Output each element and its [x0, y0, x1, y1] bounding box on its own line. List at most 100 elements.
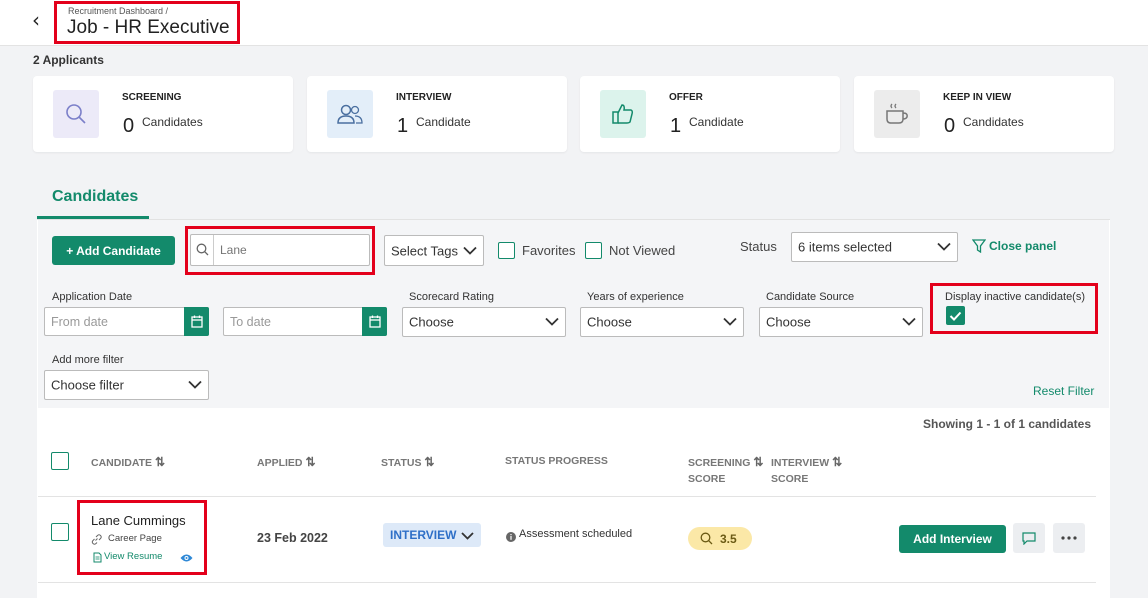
chevron-down-icon	[723, 317, 737, 326]
years-experience-dropdown[interactable]: Choose	[580, 307, 744, 337]
applied-date: 23 Feb 2022	[257, 531, 328, 545]
years-experience-value: Choose	[587, 314, 632, 330]
chevron-down-icon	[188, 380, 202, 389]
add-interview-button[interactable]: Add Interview	[899, 525, 1006, 553]
chevron-down-icon	[902, 317, 916, 326]
candidate-header-label: CANDIDATE	[91, 457, 153, 469]
years-experience-label: Years of experience	[587, 291, 684, 303]
favorites-label: Favorites	[522, 243, 576, 258]
breadcrumb[interactable]: Recruitment Dashboard /	[68, 6, 168, 16]
column-header-candidate[interactable]: CANDIDATE ⇅	[91, 455, 165, 469]
sort-icon: ⇅	[424, 455, 435, 469]
more-options-button[interactable]	[1053, 523, 1085, 553]
checkmark-icon	[949, 311, 962, 321]
choose-filter-value: Choose filter	[51, 377, 124, 393]
applied-header-label: APPLIED	[257, 457, 303, 469]
chevron-down-icon	[545, 317, 559, 326]
screening-header-label: SCREENING	[688, 457, 751, 469]
column-header-status[interactable]: STATUS ⇅	[381, 455, 434, 469]
thumbs-up-icon	[600, 90, 646, 138]
add-candidate-button[interactable]: + Add Candidate	[52, 236, 175, 265]
column-header-status-progress: STATUS PROGRESS	[505, 455, 608, 467]
stage-card-offer[interactable]: OFFER 1 Candidate	[580, 76, 840, 152]
chat-bubble-icon	[1022, 531, 1036, 545]
stage-label: KEEP IN VIEW	[943, 92, 1012, 103]
stage-count: 0	[944, 115, 956, 137]
column-header-applied[interactable]: APPLIED ⇅	[257, 455, 316, 469]
from-date-placeholder: From date	[51, 315, 108, 329]
not-viewed-checkbox[interactable]	[585, 242, 602, 259]
interview-score-header: SCORE	[771, 473, 809, 485]
scorecard-rating-label: Scorecard Rating	[409, 291, 494, 303]
page-title: Job - HR Executive	[67, 17, 230, 38]
chevron-down-icon	[937, 242, 951, 251]
sort-icon: ⇅	[305, 455, 316, 469]
select-all-checkbox[interactable]	[51, 452, 69, 470]
display-inactive-checkbox[interactable]	[946, 306, 965, 325]
candidate-source: Career Page	[108, 533, 162, 544]
search-icon	[53, 90, 99, 138]
stage-unit: Candidate	[689, 115, 744, 129]
search-icon	[196, 243, 209, 261]
column-header-interview[interactable]: INTERVIEW ⇅	[771, 455, 842, 469]
row-divider	[38, 582, 1096, 583]
sort-icon: ⇅	[753, 455, 764, 469]
interview-header-label: INTERVIEW	[771, 457, 830, 469]
back-arrow-icon[interactable]: ‹	[32, 10, 40, 30]
link-icon	[91, 532, 102, 550]
header-divider	[38, 496, 1096, 497]
candidate-name[interactable]: Lane Cummings	[91, 513, 186, 528]
scorecard-rating-dropdown[interactable]: Choose	[402, 307, 566, 337]
sort-icon: ⇅	[832, 455, 843, 469]
coffee-cup-icon	[874, 90, 920, 138]
applicants-count: 2 Applicants	[33, 53, 104, 67]
status-pill-label: INTERVIEW	[390, 528, 457, 542]
comment-button[interactable]	[1013, 523, 1045, 553]
info-icon	[506, 529, 516, 547]
search-input[interactable]	[216, 238, 366, 262]
column-header-screening[interactable]: SCREENING ⇅	[688, 455, 763, 469]
application-date-label: Application Date	[52, 291, 133, 303]
stage-unit: Candidates	[963, 115, 1024, 129]
results-count: Showing 1 - 1 of 1 candidates	[923, 417, 1092, 431]
not-viewed-label: Not Viewed	[609, 243, 676, 258]
stage-card-screening[interactable]: SCREENING 0 Candidates	[33, 76, 293, 152]
close-panel-link[interactable]: Close panel	[989, 239, 1056, 253]
document-icon	[93, 550, 102, 568]
view-resume-link[interactable]: View Resume	[104, 551, 162, 562]
calendar-icon[interactable]	[184, 307, 209, 336]
stage-label: SCREENING	[122, 92, 182, 103]
stage-count: 0	[123, 115, 135, 137]
search-icon	[700, 532, 713, 545]
to-date-placeholder: To date	[230, 315, 272, 329]
candidate-source-value: Choose	[766, 314, 811, 330]
select-tags-label: Select Tags	[391, 243, 458, 258]
scorecard-rating-value: Choose	[409, 314, 454, 330]
status-dropdown[interactable]: 6 items selected	[791, 232, 958, 262]
eye-icon[interactable]	[180, 550, 193, 568]
add-more-filter-label: Add more filter	[52, 354, 124, 366]
stage-unit: Candidate	[416, 115, 471, 129]
calendar-icon[interactable]	[362, 307, 387, 336]
row-checkbox[interactable]	[51, 523, 69, 541]
stage-label: INTERVIEW	[396, 92, 452, 103]
select-tags-dropdown[interactable]: Select Tags	[384, 235, 484, 266]
candidate-source-dropdown[interactable]: Choose	[759, 307, 923, 337]
screening-score-value: 3.5	[720, 532, 737, 546]
status-progress-text: Assessment scheduled	[519, 528, 633, 540]
from-date-field[interactable]: From date	[44, 307, 209, 336]
tab-candidates[interactable]: Candidates	[52, 188, 138, 206]
favorites-checkbox[interactable]	[498, 242, 515, 259]
stage-card-interview[interactable]: INTERVIEW 1 Candidate	[307, 76, 567, 152]
to-date-field[interactable]: To date	[223, 307, 387, 336]
filter-icon	[971, 239, 987, 258]
candidate-source-label: Candidate Source	[766, 291, 855, 303]
search-divider	[213, 235, 214, 265]
reset-filter-link[interactable]: Reset Filter	[1033, 384, 1094, 398]
status-dropdown-pill[interactable]: INTERVIEW	[383, 523, 481, 547]
chevron-down-icon	[461, 532, 474, 540]
screening-score-badge: 3.5	[688, 527, 752, 550]
choose-filter-dropdown[interactable]: Choose filter	[44, 370, 209, 400]
stage-card-keep-in-view[interactable]: KEEP IN VIEW 0 Candidates	[854, 76, 1114, 152]
chevron-down-icon	[463, 246, 477, 255]
